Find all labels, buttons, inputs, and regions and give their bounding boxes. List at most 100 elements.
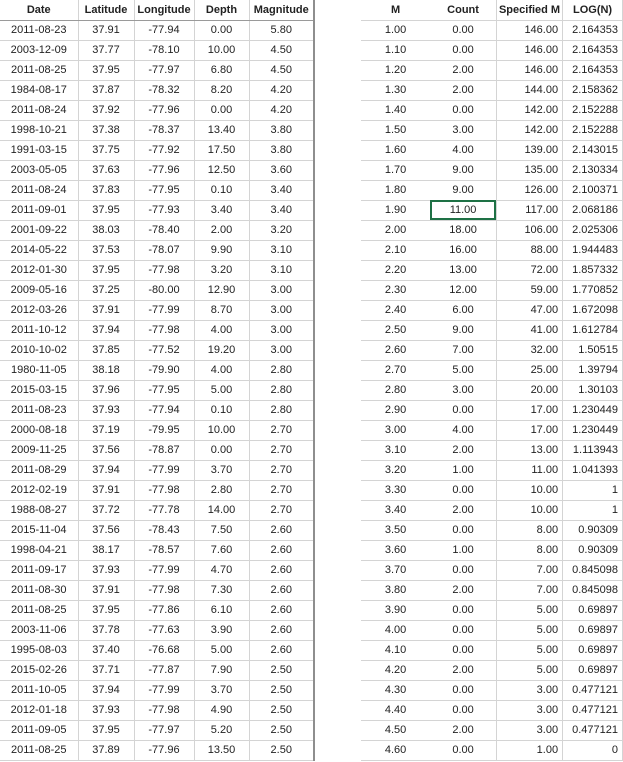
cell-date[interactable]: 1998-04-21 <box>0 540 79 561</box>
cell-date[interactable]: 2012-01-18 <box>0 700 79 721</box>
cell-m[interactable]: 2.30 <box>361 280 431 301</box>
cell-longitude[interactable]: -77.96 <box>134 160 195 181</box>
cell-m[interactable]: 4.20 <box>361 660 431 681</box>
cell-count[interactable]: 18.00 <box>430 220 497 241</box>
cell-magnitude[interactable]: 2.60 <box>249 520 315 541</box>
cell-depth[interactable]: 2.00 <box>194 220 250 241</box>
cell-specified-m[interactable]: 32.00 <box>496 340 564 361</box>
cell-count[interactable]: 2.00 <box>430 440 497 461</box>
cell-magnitude[interactable]: 3.00 <box>249 280 315 301</box>
cell-date[interactable]: 2010-10-02 <box>0 340 79 361</box>
cell-latitude[interactable]: 37.40 <box>78 640 135 661</box>
cell-log-n[interactable]: 0.90309 <box>562 520 623 541</box>
cell-magnitude[interactable]: 2.70 <box>249 440 315 461</box>
cell-latitude[interactable]: 37.94 <box>78 680 135 701</box>
cell-date[interactable]: 2011-09-05 <box>0 720 79 741</box>
cell-log-n[interactable]: 2.164353 <box>562 20 623 41</box>
cell-date[interactable]: 2001-09-22 <box>0 220 79 241</box>
cell-m[interactable]: 3.10 <box>361 440 431 461</box>
cell-log-n[interactable]: 1.50515 <box>562 340 623 361</box>
cell-date[interactable]: 2003-12-09 <box>0 40 79 61</box>
cell-m[interactable]: 2.50 <box>361 320 431 341</box>
cell-count[interactable]: 1.00 <box>430 460 497 481</box>
cell-longitude[interactable]: -77.93 <box>134 200 195 221</box>
cell-magnitude[interactable]: 2.70 <box>249 460 315 481</box>
cell-depth[interactable]: 7.90 <box>194 660 250 681</box>
cell-magnitude[interactable]: 3.40 <box>249 200 315 221</box>
cell-log-n[interactable]: 2.068186 <box>562 200 623 221</box>
cell-date[interactable]: 2011-08-25 <box>0 740 79 761</box>
cell-depth[interactable]: 0.10 <box>194 400 250 421</box>
cell-specified-m[interactable]: 146.00 <box>496 20 564 41</box>
cell-magnitude[interactable]: 3.40 <box>249 180 315 201</box>
cell-latitude[interactable]: 37.91 <box>78 300 135 321</box>
cell-depth[interactable]: 4.00 <box>194 320 250 341</box>
cell-m[interactable]: 1.70 <box>361 160 431 181</box>
cell-longitude[interactable]: -77.99 <box>134 460 195 481</box>
cell-date[interactable]: 2011-10-12 <box>0 320 79 341</box>
cell-magnitude[interactable]: 3.80 <box>249 140 315 161</box>
cell-latitude[interactable]: 37.78 <box>78 620 135 641</box>
cell-depth[interactable]: 3.90 <box>194 620 250 641</box>
cell-count[interactable]: 4.00 <box>430 420 497 441</box>
cell-m[interactable]: 3.80 <box>361 580 431 601</box>
cell-depth[interactable]: 3.20 <box>194 260 250 281</box>
cell-count[interactable]: 4.00 <box>430 140 497 161</box>
cell-latitude[interactable]: 37.94 <box>78 320 135 341</box>
cell-m[interactable]: 1.30 <box>361 80 431 101</box>
cell-m[interactable]: 2.70 <box>361 360 431 381</box>
cell-log-n[interactable]: 1.113943 <box>562 440 623 461</box>
cell-latitude[interactable]: 37.19 <box>78 420 135 441</box>
cell-log-n[interactable]: 1.944483 <box>562 240 623 261</box>
cell-longitude[interactable]: -77.99 <box>134 560 195 581</box>
cell-date[interactable]: 2015-11-04 <box>0 520 79 541</box>
cell-magnitude[interactable]: 2.80 <box>249 360 315 381</box>
cell-specified-m[interactable]: 20.00 <box>496 380 564 401</box>
cell-depth[interactable]: 5.00 <box>194 640 250 661</box>
cell-depth[interactable]: 8.20 <box>194 80 250 101</box>
cell-date[interactable]: 2003-05-05 <box>0 160 79 181</box>
cell-m[interactable]: 3.60 <box>361 540 431 561</box>
cell-depth[interactable]: 7.30 <box>194 580 250 601</box>
cell-date[interactable]: 2000-08-18 <box>0 420 79 441</box>
cell-log-n[interactable]: 0.69897 <box>562 620 623 641</box>
cell-depth[interactable]: 10.00 <box>194 420 250 441</box>
cell-longitude[interactable]: -80.00 <box>134 280 195 301</box>
cell-specified-m[interactable]: 106.00 <box>496 220 564 241</box>
cell-latitude[interactable]: 37.85 <box>78 340 135 361</box>
cell-longitude[interactable]: -78.10 <box>134 40 195 61</box>
cell-date[interactable]: 2011-08-25 <box>0 600 79 621</box>
cell-latitude[interactable]: 37.56 <box>78 440 135 461</box>
cell-longitude[interactable]: -77.99 <box>134 680 195 701</box>
cell-m[interactable]: 4.50 <box>361 720 431 741</box>
cell-specified-m[interactable]: 1.00 <box>496 740 564 761</box>
cell-magnitude[interactable]: 4.50 <box>249 60 315 81</box>
cell-longitude[interactable]: -79.95 <box>134 420 195 441</box>
cell-latitude[interactable]: 38.17 <box>78 540 135 561</box>
cell-date[interactable]: 2011-09-01 <box>0 200 79 221</box>
cell-specified-m[interactable]: 117.00 <box>496 200 564 221</box>
cell-date[interactable]: 2011-08-25 <box>0 60 79 81</box>
cell-count[interactable]: 2.00 <box>430 660 497 681</box>
header-count[interactable]: Count <box>430 0 497 21</box>
cell-latitude[interactable]: 37.91 <box>78 580 135 601</box>
cell-magnitude[interactable]: 3.00 <box>249 300 315 321</box>
cell-specified-m[interactable]: 7.00 <box>496 560 564 581</box>
cell-log-n[interactable]: 0.69897 <box>562 600 623 621</box>
cell-m[interactable]: 4.00 <box>361 620 431 641</box>
cell-depth[interactable]: 12.50 <box>194 160 250 181</box>
cell-magnitude[interactable]: 2.70 <box>249 480 315 501</box>
cell-depth[interactable]: 8.70 <box>194 300 250 321</box>
cell-longitude[interactable]: -77.94 <box>134 400 195 421</box>
cell-m[interactable]: 1.80 <box>361 180 431 201</box>
cell-depth[interactable]: 7.60 <box>194 540 250 561</box>
cell-specified-m[interactable]: 41.00 <box>496 320 564 341</box>
cell-m[interactable]: 2.10 <box>361 240 431 261</box>
cell-specified-m[interactable]: 3.00 <box>496 720 564 741</box>
cell-magnitude[interactable]: 2.70 <box>249 500 315 521</box>
cell-longitude[interactable]: -77.63 <box>134 620 195 641</box>
cell-specified-m[interactable]: 142.00 <box>496 100 564 121</box>
cell-m[interactable]: 1.40 <box>361 100 431 121</box>
cell-latitude[interactable]: 37.25 <box>78 280 135 301</box>
cell-longitude[interactable]: -77.97 <box>134 60 195 81</box>
